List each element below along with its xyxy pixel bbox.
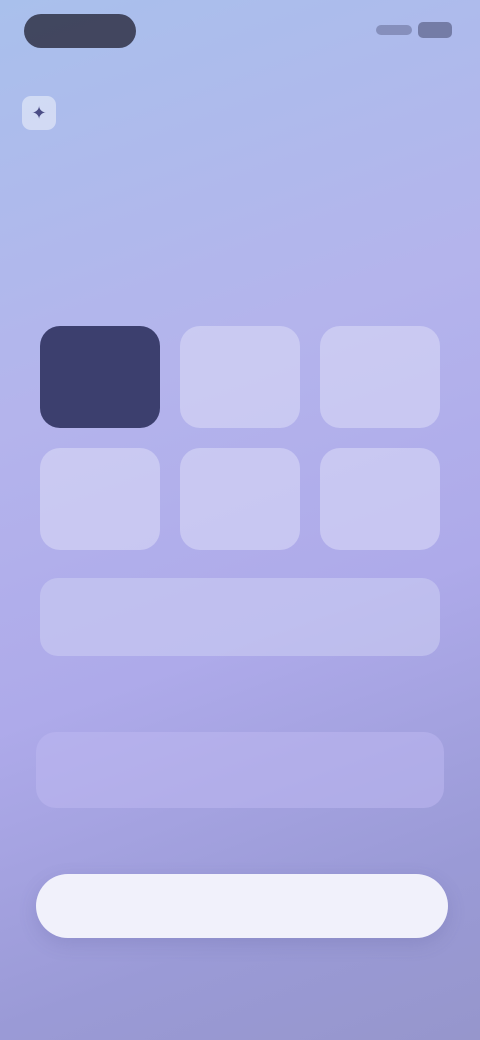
app-header: ✦ [22, 96, 70, 130]
sparkle-icon: ✦ [22, 96, 56, 130]
option-tile-4[interactable] [40, 448, 160, 550]
status-bar [0, 0, 480, 64]
option-tile-5[interactable] [180, 448, 300, 550]
option-tile-3[interactable] [320, 326, 440, 428]
status-indicators [376, 22, 452, 38]
custom-input-card[interactable] [36, 732, 444, 810]
continue-button[interactable] [36, 874, 448, 938]
battery-icon [418, 22, 452, 38]
signal-icon [376, 25, 412, 35]
option-grid [40, 326, 440, 550]
dynamic-island [24, 14, 136, 48]
option-tile-1[interactable] [40, 326, 160, 428]
option-tile-wide[interactable] [40, 578, 440, 656]
custom-amount-input[interactable] [58, 732, 382, 810]
option-tile-2[interactable] [180, 326, 300, 428]
option-tile-6[interactable] [320, 448, 440, 550]
